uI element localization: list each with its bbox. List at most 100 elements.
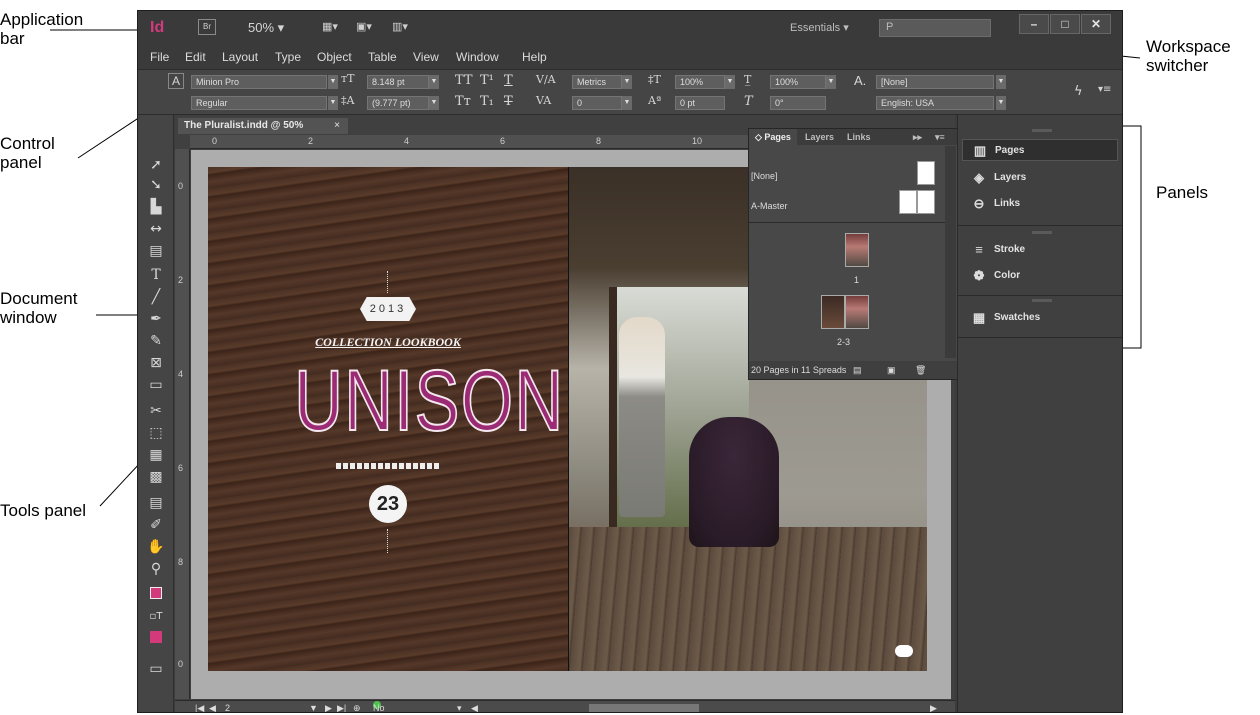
tab-pages[interactable]: ◇ Pages xyxy=(749,129,797,145)
kerning-field[interactable]: Metrics xyxy=(572,75,622,89)
issue-number-badge[interactable]: 23 xyxy=(369,485,407,523)
control-panel-menu-icon[interactable]: ▾≡ xyxy=(1098,84,1111,95)
next-page-icon[interactable]: ▶ xyxy=(325,701,332,712)
panel-menu-icon[interactable]: ▾≡ xyxy=(929,129,951,145)
font-family-dropdown[interactable]: ▼ xyxy=(328,75,338,89)
quick-apply-icon[interactable]: ϟ xyxy=(1074,84,1083,99)
rectangle-tool-icon[interactable]: ▭ xyxy=(145,375,167,395)
restore-button[interactable]: □ xyxy=(1050,14,1080,34)
scissors-tool-icon[interactable]: ✂ xyxy=(145,401,167,421)
content-collector-icon[interactable]: ▤ xyxy=(145,241,167,261)
horizontal-scrollbar[interactable] xyxy=(589,704,699,712)
minimize-button[interactable]: – xyxy=(1019,14,1049,34)
font-family-field[interactable]: Minion Pro xyxy=(191,75,327,89)
tab-layers[interactable]: Layers xyxy=(799,129,840,145)
font-style-dropdown[interactable]: ▼ xyxy=(328,96,338,110)
horizontal-scale-dropdown[interactable]: ▼ xyxy=(826,75,836,89)
selection-tool-icon[interactable]: ➚ xyxy=(145,155,167,175)
delete-page-icon[interactable]: 🗑 xyxy=(915,361,926,379)
language-field[interactable]: English: USA xyxy=(876,96,994,110)
leading-field[interactable]: (9.777 pt) xyxy=(367,96,429,110)
view-options-icon[interactable]: ▦▾ xyxy=(322,20,346,36)
strikethrough-button[interactable]: T xyxy=(504,94,513,109)
hand-tool-icon[interactable]: ✋ xyxy=(145,537,167,557)
line-tool-icon[interactable]: ╱ xyxy=(145,287,167,307)
menu-object[interactable]: Object xyxy=(317,50,352,64)
master-none-thumbnail[interactable] xyxy=(917,161,935,185)
horizontal-scale-field[interactable]: 100% xyxy=(770,75,826,89)
formatting-affects-icon[interactable]: ▫T xyxy=(145,607,167,627)
small-caps-button[interactable]: Tт xyxy=(455,94,471,109)
fill-stroke-swatch-icon[interactable] xyxy=(145,585,167,605)
unison-headline[interactable]: UNISON xyxy=(294,352,564,450)
kerning-dropdown[interactable]: ▼ xyxy=(622,75,632,89)
rectangle-frame-tool-icon[interactable]: ⊠ xyxy=(145,353,167,373)
font-style-field[interactable]: Regular xyxy=(191,96,327,110)
menu-layout[interactable]: Layout xyxy=(222,50,258,64)
apply-color-icon[interactable] xyxy=(145,629,167,649)
screen-mode-icon[interactable]: ▣▾ xyxy=(356,20,380,36)
page-size-icon[interactable]: ▤ xyxy=(853,361,862,379)
underline-button[interactable]: T xyxy=(504,73,513,88)
gradient-feather-tool-icon[interactable]: ▩ xyxy=(145,467,167,487)
note-tool-icon[interactable]: ▤ xyxy=(145,493,167,513)
menu-edit[interactable]: Edit xyxy=(185,50,206,64)
master-a-thumbnail-left[interactable] xyxy=(899,190,917,214)
document-tab[interactable]: The Pluralist.indd @ 50% × xyxy=(178,118,348,134)
master-a[interactable]: A-Master xyxy=(751,201,788,211)
subscript-button[interactable]: T₁ xyxy=(480,94,494,109)
year-badge[interactable]: 2013 xyxy=(360,297,416,321)
gradient-swatch-tool-icon[interactable]: ▦ xyxy=(145,445,167,465)
menu-file[interactable]: File xyxy=(150,50,169,64)
page-number-field[interactable]: 2 xyxy=(225,701,230,712)
page-1-thumbnail[interactable] xyxy=(845,233,869,267)
superscript-button[interactable]: T¹ xyxy=(480,73,494,88)
free-transform-tool-icon[interactable]: ⬚ xyxy=(145,423,167,443)
direct-selection-tool-icon[interactable]: ➘ xyxy=(145,175,167,195)
dock-grip[interactable] xyxy=(1032,299,1052,302)
arrange-documents-icon[interactable]: ▥▾ xyxy=(392,20,416,36)
zoom-level-dropdown[interactable]: 50% ▾ xyxy=(248,20,284,36)
pen-tool-icon[interactable]: ✒ xyxy=(145,309,167,329)
language-dropdown[interactable]: ▼ xyxy=(996,96,1006,110)
tab-links[interactable]: Links xyxy=(841,129,877,145)
font-size-field[interactable]: 8.148 pt xyxy=(367,75,429,89)
master-none[interactable]: [None] xyxy=(751,171,778,181)
menu-type[interactable]: Type xyxy=(275,50,301,64)
pages-panel-scrollbar[interactable] xyxy=(945,146,956,358)
page-dropdown-icon[interactable]: ▼ xyxy=(309,701,318,712)
character-style-field[interactable]: [None] xyxy=(876,75,994,89)
dock-item-layers[interactable]: ◈ Layers xyxy=(962,167,1118,189)
dock-item-color[interactable]: ❁ Color xyxy=(962,265,1118,287)
type-tool-icon[interactable]: T xyxy=(145,265,167,285)
skew-field[interactable]: 0° xyxy=(770,96,826,110)
baseline-shift-field[interactable]: 0 pt xyxy=(675,96,725,110)
zoom-tool-icon[interactable]: ⚲ xyxy=(145,559,167,579)
scroll-left-icon[interactable]: ◀ xyxy=(471,701,478,712)
vertical-scale-field[interactable]: 100% xyxy=(675,75,725,89)
page-3-thumbnail[interactable] xyxy=(845,295,869,329)
pencil-tool-icon[interactable]: ✎ xyxy=(145,331,167,351)
master-a-thumbnail-right[interactable] xyxy=(917,190,935,214)
scroll-right-icon[interactable]: ▶ xyxy=(930,701,937,712)
dock-grip[interactable] xyxy=(1032,129,1052,132)
tracking-field[interactable]: 0 xyxy=(572,96,622,110)
search-input[interactable]: Ρ xyxy=(879,19,991,37)
preflight-menu-icon[interactable]: ▾ xyxy=(457,701,462,712)
character-mode-icon[interactable]: A xyxy=(168,73,184,89)
dock-item-links[interactable]: ⊖ Links xyxy=(962,193,1118,215)
dock-item-stroke[interactable]: ≡ Stroke xyxy=(962,239,1118,261)
page-tool-icon[interactable]: ▙ xyxy=(145,197,167,217)
all-caps-button[interactable]: TT xyxy=(455,73,473,88)
leading-dropdown[interactable]: ▼ xyxy=(429,96,439,110)
page-2-thumbnail[interactable] xyxy=(821,295,845,329)
menu-window[interactable]: Window xyxy=(456,50,499,64)
menu-view[interactable]: View xyxy=(413,50,439,64)
bridge-button[interactable]: Br xyxy=(198,19,216,35)
font-size-dropdown[interactable]: ▼ xyxy=(429,75,439,89)
eyedropper-tool-icon[interactable]: ✐ xyxy=(145,515,167,535)
tracking-dropdown[interactable]: ▼ xyxy=(622,96,632,110)
dock-item-pages[interactable]: ▥ Pages xyxy=(962,139,1118,161)
close-button[interactable]: ✕ xyxy=(1081,14,1111,34)
new-page-icon[interactable]: ▣ xyxy=(887,361,896,379)
